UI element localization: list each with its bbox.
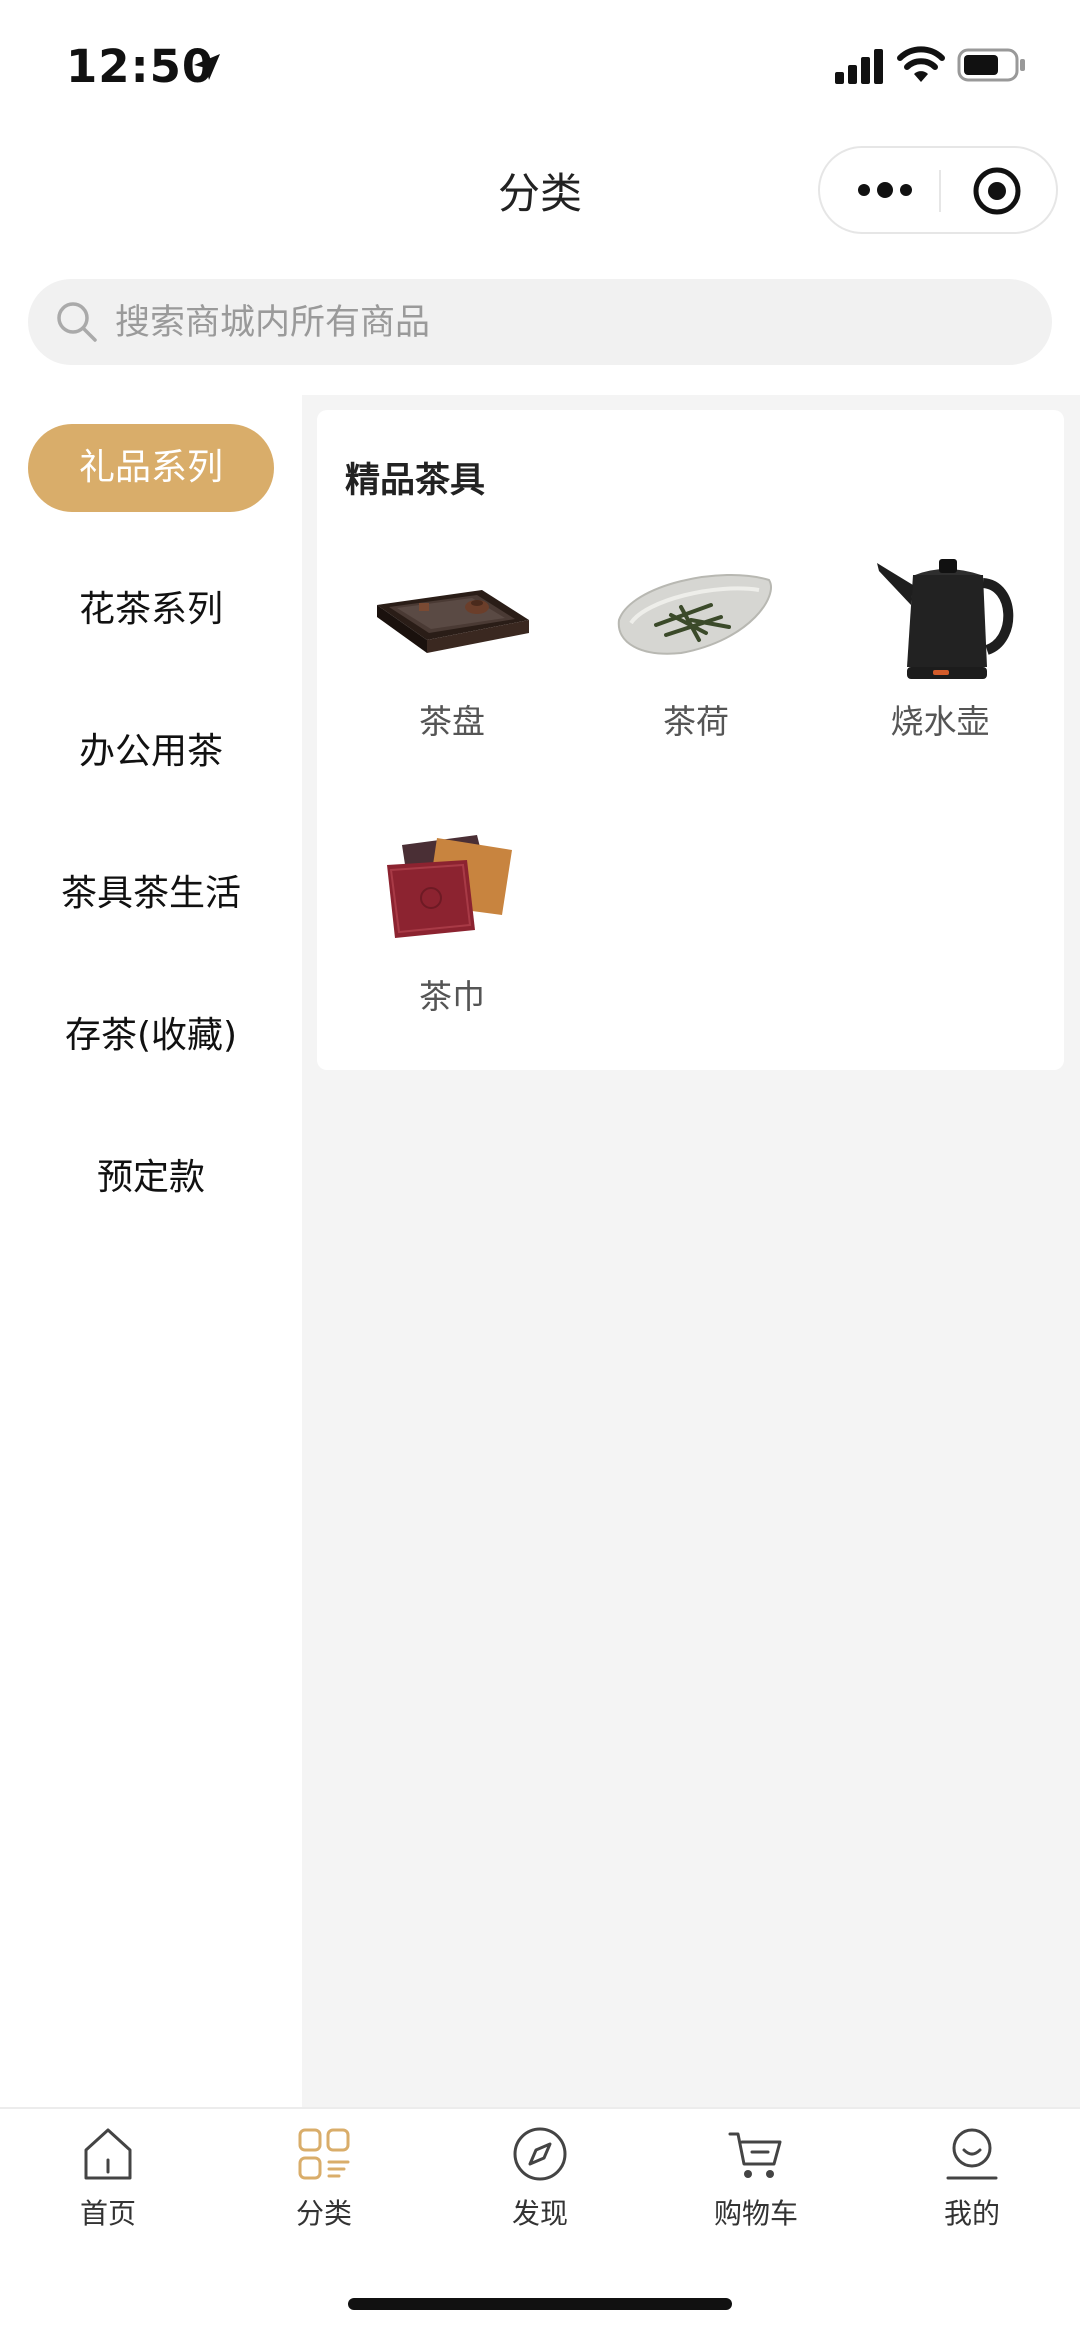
- sidebar-item-tea-collection[interactable]: 存茶(收藏): [28, 992, 274, 1080]
- product-label: 茶巾: [419, 977, 485, 1016]
- product-card: 精品茶具 茶盘 茶荷 烧水壶 茶巾: [317, 410, 1064, 1070]
- sidebar-item-preorder[interactable]: 预定款: [28, 1134, 274, 1222]
- location-arrow-icon: [194, 54, 220, 80]
- category-content: 精品茶具 茶盘 茶荷 烧水壶 茶巾: [302, 395, 1080, 2107]
- tab-label: 购物车: [713, 2197, 798, 2230]
- cart-icon: [728, 2132, 782, 2178]
- tab-label: 我的: [943, 2197, 1000, 2230]
- tab-label: 首页: [79, 2197, 136, 2230]
- more-icon[interactable]: [856, 176, 914, 204]
- home-icon: [84, 2128, 132, 2180]
- product-item-tea-tray[interactable]: 茶盘: [337, 545, 567, 775]
- tab-label: 发现: [511, 2197, 568, 2230]
- tea-tray-image: [377, 590, 529, 653]
- home-indicator: [348, 2298, 732, 2310]
- close-target-icon[interactable]: [972, 166, 1022, 216]
- capsule-divider: [939, 170, 941, 212]
- compass-icon: [513, 2127, 567, 2181]
- search-bar[interactable]: [28, 279, 1052, 365]
- profile-icon: [946, 2128, 998, 2180]
- tab-discover[interactable]: 发现: [432, 2124, 648, 2244]
- category-sidebar: 礼品系列 花茶系列 办公用茶 茶具茶生活 存茶(收藏) 预定款: [0, 395, 302, 2107]
- sidebar-item-tea-ware-life[interactable]: 茶具茶生活: [28, 850, 274, 938]
- product-label: 烧水壶: [890, 702, 990, 741]
- sidebar-item-office-tea[interactable]: 办公用茶: [28, 708, 274, 796]
- category-icon: [298, 2128, 350, 2180]
- wifi-icon: [897, 46, 945, 82]
- product-item-tea-holder[interactable]: 茶荷: [581, 545, 811, 775]
- tab-home[interactable]: 首页: [0, 2124, 216, 2244]
- tab-profile[interactable]: 我的: [864, 2124, 1080, 2244]
- search-input[interactable]: [113, 291, 1017, 355]
- tea-holder-image: [617, 573, 772, 655]
- cellular-signal-icon: [835, 49, 883, 84]
- section-title: 精品茶具: [345, 461, 486, 501]
- product-item-tea-towel[interactable]: 茶巾: [337, 820, 567, 1050]
- status-bar: 12:50: [0, 0, 1080, 135]
- tea-towel-image: [387, 835, 512, 938]
- tab-label: 分类: [295, 2197, 352, 2230]
- product-item-kettle[interactable]: 烧水壶: [825, 545, 1055, 775]
- product-label: 茶盘: [419, 702, 485, 741]
- tab-cart[interactable]: 购物车: [648, 2124, 864, 2244]
- sidebar-item-gift-series[interactable]: 礼品系列: [28, 424, 274, 512]
- miniprogram-capsule: [818, 146, 1058, 234]
- sidebar-item-flower-tea[interactable]: 花茶系列: [28, 566, 274, 654]
- tab-category[interactable]: 分类: [216, 2124, 432, 2244]
- product-label: 茶荷: [663, 702, 729, 741]
- search-icon: [57, 302, 97, 342]
- kettle-image: [877, 559, 1014, 679]
- battery-icon: [957, 48, 1025, 82]
